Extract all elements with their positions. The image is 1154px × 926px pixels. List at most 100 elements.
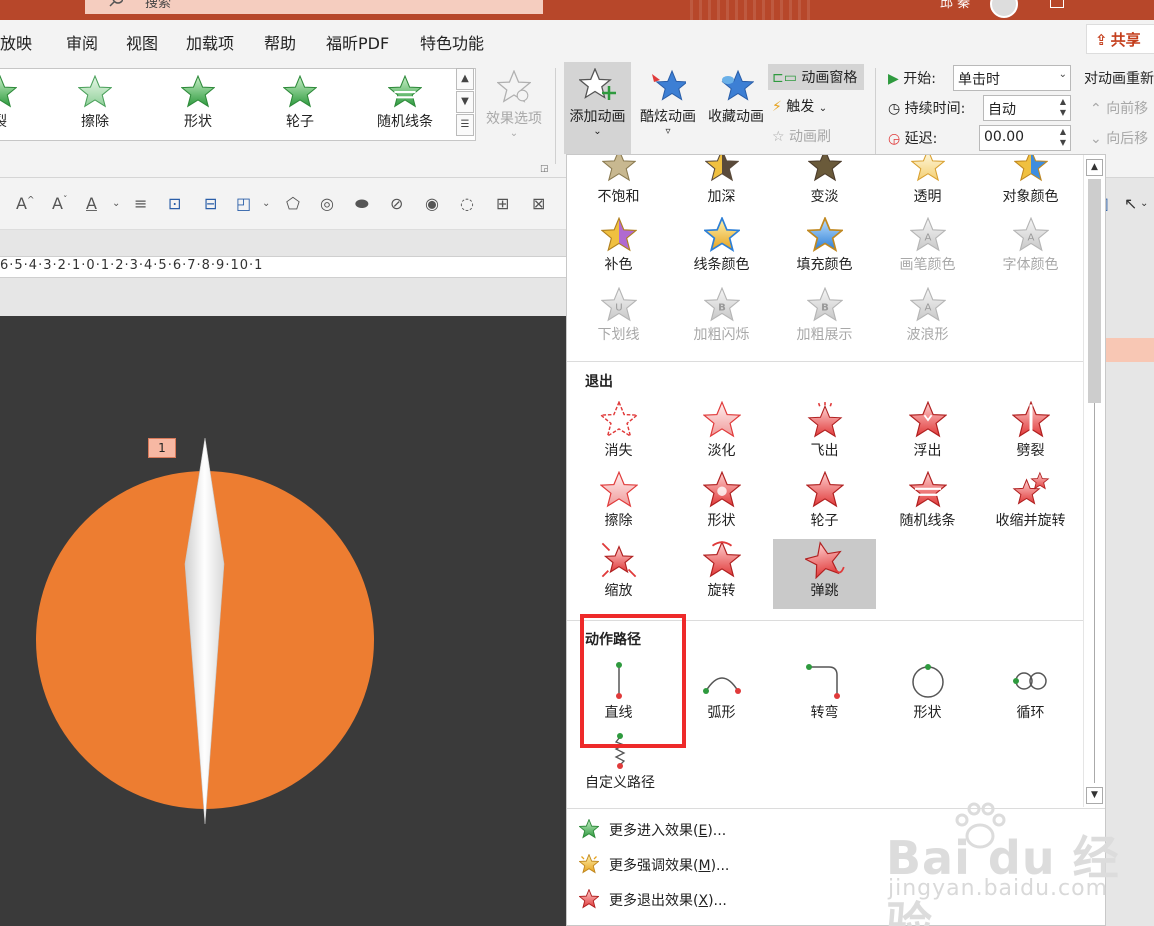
text-box-icon[interactable]: ⊡ bbox=[168, 194, 181, 213]
cool-animation-button[interactable]: 酷炫动画 ▿ bbox=[636, 68, 700, 137]
search-input[interactable]: 搜索 bbox=[145, 0, 171, 11]
vertical-text-icon[interactable]: ⊟ bbox=[204, 194, 217, 213]
gallery-label: 随机线条 bbox=[377, 114, 433, 130]
path-turn[interactable]: 转弯 bbox=[773, 661, 876, 731]
scroll-up-button[interactable]: ▲ bbox=[1086, 159, 1103, 176]
gallery-item-wheel[interactable]: 轮子 bbox=[265, 75, 335, 131]
font-color-icon[interactable]: A bbox=[86, 194, 97, 213]
paragraph-icon[interactable]: ≡ bbox=[134, 194, 147, 213]
spinner-arrows-icon[interactable]: ▲ ▼ bbox=[1060, 96, 1066, 118]
star-icon bbox=[388, 75, 422, 107]
dropdown-scrollbar[interactable]: ▲ ▼ bbox=[1083, 155, 1105, 807]
exit-split[interactable]: 劈裂 bbox=[979, 401, 1082, 471]
effect-wave: A 波浪形 bbox=[876, 287, 979, 357]
spinner-arrows-icon[interactable]: ▲ ▼ bbox=[1060, 126, 1066, 148]
start-dropdown[interactable]: 单击时 ⌄ bbox=[953, 65, 1071, 91]
effect-options-button[interactable]: 效果选项 ⌄ bbox=[478, 68, 550, 139]
select-pane-icon[interactable]: ⊠ bbox=[532, 194, 545, 213]
grow-font-icon[interactable]: A^ bbox=[16, 194, 35, 213]
gallery-up-button[interactable]: ▲ bbox=[456, 68, 474, 90]
shape-icon[interactable]: ◰ bbox=[236, 194, 251, 213]
merge-union-icon[interactable]: ◎ bbox=[320, 194, 334, 213]
animation-order-badge[interactable]: 1 bbox=[148, 438, 176, 458]
shortcut-key: X bbox=[698, 893, 709, 909]
trigger-button[interactable]: ⚡ 触发 ⌄ bbox=[772, 96, 827, 116]
effect-desaturate[interactable]: 不饱和 bbox=[567, 155, 670, 225]
gallery-down-button[interactable]: ▼ bbox=[456, 91, 474, 113]
chevron-down-icon: ⌄ bbox=[509, 128, 519, 139]
exit-wheel[interactable]: 轮子 bbox=[773, 471, 876, 541]
more-entrance-effects[interactable]: 更多进入效果(E)... bbox=[579, 819, 726, 840]
edit-shape-icon[interactable]: ⬠ bbox=[286, 194, 300, 213]
restore-window-icon[interactable] bbox=[1050, 0, 1064, 8]
effect-transparency[interactable]: 透明 bbox=[876, 155, 979, 225]
gallery-item-random-bars[interactable]: 随机线条 bbox=[363, 75, 447, 131]
animation-painter-button[interactable]: ☆ 动画刷 bbox=[772, 126, 831, 146]
path-shape[interactable]: 形状 bbox=[876, 661, 979, 731]
avatar[interactable] bbox=[990, 0, 1018, 18]
menu-review[interactable]: 审阅 bbox=[66, 30, 98, 54]
gallery-item-shape[interactable]: 形状 bbox=[163, 75, 233, 131]
exit-wipe[interactable]: 擦除 bbox=[567, 471, 670, 541]
exit-spin[interactable]: 旋转 bbox=[670, 541, 773, 611]
more-emphasis-effects[interactable]: 更多强调效果(M)... bbox=[579, 854, 729, 875]
move-earlier-button[interactable]: ⌃ 向前移 bbox=[1090, 98, 1148, 118]
more-exit-effects[interactable]: 更多退出效果(X)... bbox=[579, 889, 727, 910]
delay-spinner[interactable]: 00.00 ▲ ▼ bbox=[979, 125, 1071, 151]
exit-shrink-turn[interactable]: 收缩并旋转 bbox=[979, 471, 1082, 541]
exit-fade[interactable]: 淡化 bbox=[670, 401, 773, 471]
chevron-down-icon[interactable]: ⌄ bbox=[1140, 198, 1148, 209]
menu-addins[interactable]: 加载项 bbox=[186, 30, 234, 54]
path-loop[interactable]: 循环 bbox=[979, 661, 1082, 731]
gallery-item-wipe[interactable]: 擦除 bbox=[60, 75, 130, 131]
menu-slideshow[interactable]: 放映 bbox=[0, 30, 32, 54]
exit-disappear[interactable]: 消失 bbox=[567, 401, 670, 471]
effect-complementary-color[interactable]: 补色 bbox=[567, 217, 670, 287]
gallery-item-split[interactable]: 裂 bbox=[0, 75, 35, 131]
menu-foxit-pdf[interactable]: 福昕PDF bbox=[326, 30, 389, 54]
user-name[interactable]: 邱 秦 bbox=[940, 0, 970, 11]
exit-bounce[interactable]: 弹跳 bbox=[773, 539, 876, 609]
effect-bold-reveal: B 加粗展示 bbox=[773, 287, 876, 357]
move-later-button[interactable]: ⌄ 向后移 bbox=[1090, 128, 1148, 148]
scroll-thumb[interactable] bbox=[1088, 179, 1101, 403]
menu-view[interactable]: 视图 bbox=[126, 30, 158, 54]
start-value: 单击时 bbox=[958, 72, 1000, 88]
star-icon bbox=[804, 541, 845, 579]
watermark-url: jingyan.baidu.com bbox=[888, 876, 1109, 901]
exit-random-bars[interactable]: 随机线条 bbox=[876, 471, 979, 541]
menu-help[interactable]: 帮助 bbox=[264, 30, 296, 54]
effect-fill-color[interactable]: 填充颜色 bbox=[773, 217, 876, 287]
gallery-more-button[interactable]: ☰ bbox=[456, 114, 474, 136]
exit-shape[interactable]: 形状 bbox=[670, 471, 773, 541]
effect-label: 淡化 bbox=[707, 443, 736, 459]
merge-fragment-icon[interactable]: ⊘ bbox=[390, 194, 403, 213]
effect-darken[interactable]: 加深 bbox=[670, 155, 773, 225]
merge-subtract-icon[interactable]: ◌ bbox=[460, 194, 474, 213]
scroll-track[interactable] bbox=[1094, 403, 1095, 783]
dialog-launcher-icon[interactable]: ◲ bbox=[540, 164, 549, 174]
exit-zoom[interactable]: 缩放 bbox=[567, 541, 670, 611]
duration-spinner[interactable]: 自动 ▲ ▼ bbox=[983, 95, 1071, 121]
exit-float-out[interactable]: 浮出 bbox=[876, 401, 979, 471]
share-button[interactable]: ⇪ 共享 bbox=[1086, 24, 1154, 54]
animation-pane-button[interactable]: ⊏▭ 动画窗格 bbox=[768, 64, 864, 90]
merge-combine-icon[interactable]: ⬬ bbox=[355, 194, 369, 214]
effect-line-color[interactable]: 线条颜色 bbox=[670, 217, 773, 287]
add-animation-button[interactable]: 添加动画 ⌄ bbox=[564, 62, 631, 154]
merge-intersect-icon[interactable]: ◉ bbox=[425, 194, 439, 213]
search-box[interactable]: 搜索 bbox=[85, 0, 543, 14]
group-icon[interactable]: ⊞ bbox=[496, 194, 509, 213]
cursor-icon[interactable]: ↖ bbox=[1124, 194, 1137, 213]
shrink-font-icon[interactable]: Aˇ bbox=[52, 194, 67, 213]
effect-object-color[interactable]: 对象颜色 bbox=[979, 155, 1082, 225]
favorite-animation-button[interactable]: 收藏动画 bbox=[704, 68, 768, 126]
reorder-label: 对动画重新 bbox=[1084, 71, 1154, 87]
duration-row: ◷ 持续时间: bbox=[888, 98, 965, 118]
exit-fly-out[interactable]: 飞出 bbox=[773, 401, 876, 471]
chevron-down-icon[interactable]: ⌄ bbox=[112, 198, 120, 209]
chevron-down-icon[interactable]: ⌄ bbox=[262, 198, 270, 209]
effect-lighten[interactable]: 变淡 bbox=[773, 155, 876, 225]
menu-features[interactable]: 特色功能 bbox=[420, 30, 484, 54]
slide-canvas[interactable] bbox=[0, 316, 566, 926]
